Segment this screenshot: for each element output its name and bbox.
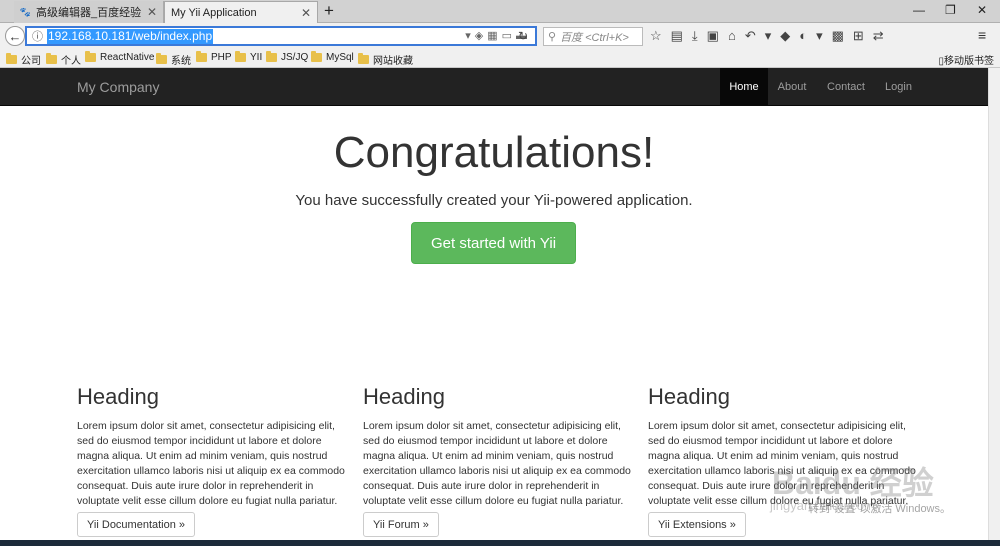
bookmark-folder-system[interactable]: 系统 bbox=[156, 52, 191, 67]
folder-icon bbox=[358, 53, 369, 64]
page-content: My Company Home About Contact Login Cong… bbox=[0, 68, 1000, 546]
yii-extensions-button[interactable]: Yii Extensions » bbox=[648, 512, 746, 537]
tab-label: 高级编辑器_百度经验 bbox=[36, 7, 142, 19]
tab-baidu-jingyan[interactable]: 🐾 高级编辑器_百度经验 ✕ bbox=[14, 1, 164, 23]
column-heading: Heading bbox=[77, 384, 159, 409]
folder-icon bbox=[85, 51, 96, 62]
search-placeholder: 百度 <Ctrl+K> bbox=[560, 31, 629, 44]
column-heading: Heading bbox=[648, 384, 730, 409]
bookmark-folder-websites[interactable]: 网站收藏 bbox=[358, 52, 413, 67]
url-bar[interactable]: ⓘ 192.168.10.181/web/index.php ▾◈▦▭▬ bbox=[25, 26, 537, 46]
search-input[interactable]: ⚲ 百度 <Ctrl+K> bbox=[543, 27, 643, 46]
tab-label: My Yii Application bbox=[171, 7, 257, 19]
yii-documentation-button[interactable]: Yii Documentation » bbox=[77, 512, 196, 537]
nav-home[interactable]: Home bbox=[720, 68, 768, 105]
bookmark-folder-personal[interactable]: 个人 bbox=[46, 52, 81, 67]
new-tab-button[interactable]: + bbox=[324, 2, 334, 20]
jumbotron-lead: You have successfully created your Yii-p… bbox=[295, 192, 693, 209]
column-body: Lorem ipsum dolor sit amet, consectetur … bbox=[363, 420, 631, 507]
nav-about[interactable]: About bbox=[768, 68, 816, 105]
info-icon[interactable]: ⓘ bbox=[32, 28, 43, 44]
bookmark-label: MySql bbox=[326, 52, 354, 63]
os-taskbar bbox=[0, 540, 1000, 546]
toolbar-icons[interactable]: ☆▤⤓▣⌂↶▾◆◐▾▩⊞⇄ bbox=[650, 28, 893, 44]
folder-icon bbox=[196, 51, 207, 62]
folder-icon bbox=[235, 51, 246, 62]
bookmark-folder-jsjq[interactable]: JS/JQ bbox=[266, 51, 309, 63]
folder-icon bbox=[46, 53, 57, 64]
bookmark-folder-yii[interactable]: YII bbox=[235, 51, 263, 63]
baidu-paw-icon: 🐾 bbox=[19, 6, 32, 17]
mobile-bookmarks[interactable]: ▯移动版书签 bbox=[938, 52, 994, 67]
maximize-button[interactable]: ❐ bbox=[945, 3, 956, 17]
bookmark-label: PHP bbox=[211, 52, 232, 63]
bookmark-label: 网站收藏 bbox=[373, 56, 413, 67]
navigation-toolbar: ← ⓘ 192.168.10.181/web/index.php ▾◈▦▭▬ ↻… bbox=[0, 23, 1000, 49]
tab-yii-application[interactable]: My Yii Application ✕ bbox=[164, 1, 318, 24]
bookmark-label: YII bbox=[250, 52, 263, 63]
search-icon: ⚲ bbox=[548, 31, 557, 43]
folder-icon bbox=[266, 51, 277, 62]
get-started-button[interactable]: Get started with Yii bbox=[411, 222, 576, 264]
hamburger-menu-icon[interactable]: ≡ bbox=[978, 27, 986, 43]
column-heading: Heading bbox=[363, 384, 445, 409]
bookmark-label: 公司 bbox=[21, 56, 41, 67]
bookmarks-bar: 公司 个人 ReactNative 系统 PHP YII JS/JQ MySql… bbox=[0, 49, 1000, 68]
close-window-button[interactable]: ✕ bbox=[977, 3, 987, 17]
activate-windows-notice: 转到“设置”以激活 Windows。 bbox=[808, 503, 952, 515]
bookmark-folder-php[interactable]: PHP bbox=[196, 51, 232, 63]
browser-window: 🐾 高级编辑器_百度经验 ✕ My Yii Application ✕ + — … bbox=[0, 0, 1000, 546]
bookmark-label: JS/JQ bbox=[281, 52, 309, 63]
site-navbar: My Company Home About Contact Login bbox=[0, 68, 1000, 106]
folder-icon bbox=[311, 51, 322, 62]
folder-icon bbox=[156, 53, 167, 64]
tab-strip: 🐾 高级编辑器_百度经验 ✕ My Yii Application ✕ + — … bbox=[0, 0, 1000, 24]
jumbotron-title: Congratulations! bbox=[333, 128, 655, 177]
page-scrollbar[interactable] bbox=[988, 68, 1000, 540]
bookmark-folder-reactnative[interactable]: ReactNative bbox=[85, 51, 155, 63]
bookmark-folder-mysql[interactable]: MySql bbox=[311, 51, 354, 63]
folder-icon bbox=[6, 53, 17, 64]
column-documentation: Heading Lorem ipsum dolor sit amet, cons… bbox=[77, 384, 345, 537]
bookmark-label: ReactNative bbox=[100, 52, 155, 63]
yii-forum-button[interactable]: Yii Forum » bbox=[363, 512, 439, 537]
site-brand[interactable]: My Company bbox=[77, 79, 159, 95]
url-text[interactable]: 192.168.10.181/web/index.php bbox=[47, 28, 214, 44]
bookmark-label: 系统 bbox=[171, 56, 191, 67]
bookmark-label: 个人 bbox=[61, 56, 81, 67]
close-tab-icon[interactable]: ✕ bbox=[301, 6, 311, 20]
column-forum: Heading Lorem ipsum dolor sit amet, cons… bbox=[363, 384, 631, 537]
nav-login[interactable]: Login bbox=[876, 68, 921, 105]
reload-icon[interactable]: ↻ bbox=[518, 29, 528, 43]
mobile-bookmarks-label: 移动版书签 bbox=[944, 56, 994, 67]
close-tab-icon[interactable]: ✕ bbox=[147, 5, 157, 19]
nav-contact[interactable]: Contact bbox=[816, 68, 876, 105]
minimize-button[interactable]: — bbox=[913, 3, 925, 17]
back-arrow-icon[interactable]: ← bbox=[5, 26, 25, 46]
column-body: Lorem ipsum dolor sit amet, consectetur … bbox=[77, 420, 345, 507]
bookmark-folder-company[interactable]: 公司 bbox=[6, 52, 41, 67]
